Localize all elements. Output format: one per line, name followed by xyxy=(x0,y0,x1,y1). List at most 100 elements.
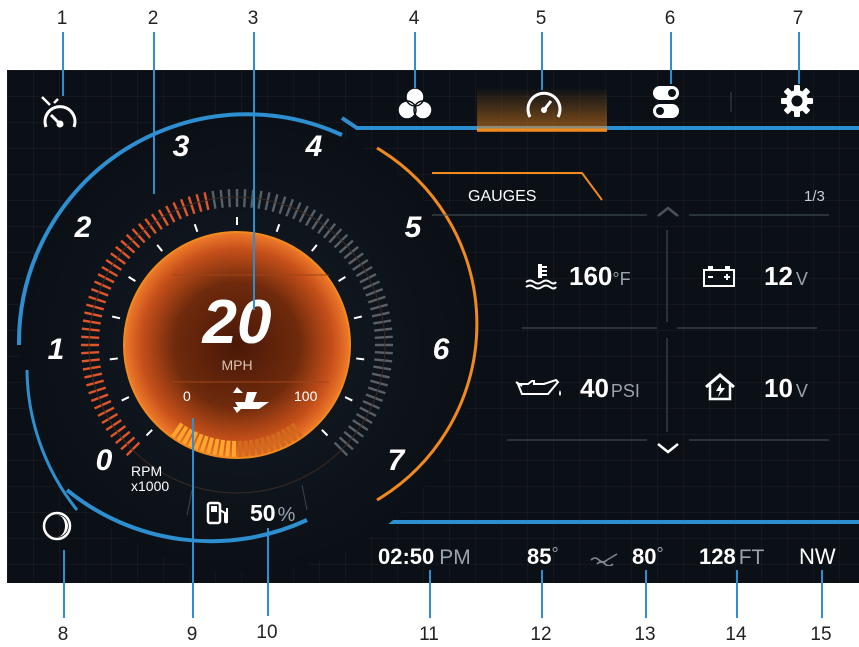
house-battery-readout: 10 V xyxy=(764,373,808,404)
callout-5: 5 xyxy=(535,8,547,29)
callout-line-2 xyxy=(153,32,155,194)
house-battery-icon xyxy=(704,372,736,402)
speed-unit: MPH xyxy=(221,357,253,373)
rpm-unit-label: RPM x1000 xyxy=(131,464,169,494)
rpm-unit-line1: RPM xyxy=(131,463,163,479)
rpm-unit-line2: x1000 xyxy=(131,478,170,494)
compass-heading: NW xyxy=(799,544,836,569)
clock-readout: 02:50 PM xyxy=(378,544,471,570)
fuel-value: 50 xyxy=(250,500,276,526)
speedometer-icon[interactable] xyxy=(521,85,567,125)
callout-line-8 xyxy=(63,550,65,618)
oil-pressure-unit: PSI xyxy=(610,381,640,401)
fuel-readout: 50% xyxy=(250,500,295,527)
air-temperature-unit: ° xyxy=(551,544,559,564)
fuel-pump-icon xyxy=(206,500,230,526)
callout-1: 1 xyxy=(56,8,68,29)
battery-icon xyxy=(702,264,736,288)
water-temperature-unit: ° xyxy=(656,544,664,564)
rpm-scale-tick xyxy=(227,189,231,208)
callout-line-10 xyxy=(267,528,269,616)
callout-6: 6 xyxy=(664,8,676,29)
clock-ampm: PM xyxy=(439,546,471,569)
callout-3: 3 xyxy=(247,8,259,29)
battery-unit: V xyxy=(795,269,808,289)
trim-scale-bar xyxy=(243,440,249,457)
trim-scale-bar xyxy=(218,439,226,457)
callout-line-15 xyxy=(821,570,823,618)
callout-line-9 xyxy=(192,418,194,618)
water-temperature-icon xyxy=(589,550,619,567)
rpm-label-0: 0 xyxy=(95,444,113,477)
callout-line-11 xyxy=(429,570,431,618)
air-temperature-readout: 85° xyxy=(527,544,559,570)
color-mixer-icon[interactable] xyxy=(395,85,435,123)
callout-line-13 xyxy=(645,570,647,618)
callout-7: 7 xyxy=(792,8,804,29)
callout-4: 4 xyxy=(408,8,420,29)
callout-line-14 xyxy=(736,570,738,618)
battery-value: 12 xyxy=(764,261,793,291)
rpm-label-4: 4 xyxy=(305,130,323,163)
callout-12: 12 xyxy=(530,624,552,645)
trim-scale-bar xyxy=(225,440,231,457)
oil-pressure-icon xyxy=(514,376,564,400)
callout-line-7 xyxy=(798,32,800,84)
performance-gauge-icon[interactable] xyxy=(36,95,84,139)
callout-line-6 xyxy=(670,32,672,84)
clock-time: 02:50 xyxy=(378,544,435,569)
speed-value: 20 xyxy=(202,288,272,357)
rpm-label-5: 5 xyxy=(404,211,422,244)
callout-15: 15 xyxy=(810,624,832,645)
engine-temperature-icon xyxy=(523,262,557,290)
rpm-major-tick xyxy=(356,357,365,361)
callout-2: 2 xyxy=(147,8,159,29)
gauges-panel-title: GAUGES xyxy=(468,188,537,205)
callout-line-4 xyxy=(414,32,416,88)
rpm-label-1: 1 xyxy=(47,333,65,366)
scroll-down-chevron-icon[interactable] xyxy=(655,440,681,456)
gear-icon[interactable] xyxy=(779,83,815,119)
callout-10: 10 xyxy=(256,622,278,643)
rpm-label-3: 3 xyxy=(172,130,190,163)
helm-display-screen: 0 1 2 3 4 5 6 7 RPM x1000 20 MPH 0 100 5… xyxy=(7,70,859,583)
rpm-scale-tick xyxy=(374,335,393,339)
trim-min-label: 0 xyxy=(183,388,191,404)
callout-line-1 xyxy=(62,32,64,96)
rpm-major-tick xyxy=(109,357,118,361)
house-battery-unit: V xyxy=(795,381,808,401)
rpm-label-6: 6 xyxy=(432,333,450,366)
rpm-scale-tick xyxy=(81,335,100,339)
depth-value: 128 xyxy=(699,544,736,569)
gauges-page-indicator: 1/3 xyxy=(804,188,825,205)
callout-line-3 xyxy=(253,32,255,310)
rpm-scale-tick xyxy=(81,351,100,355)
callout-14: 14 xyxy=(725,624,747,645)
engine-temperature-readout: 160°F xyxy=(569,261,631,292)
callout-13: 13 xyxy=(634,624,656,645)
engine-temperature-value: 160 xyxy=(569,261,613,291)
trim-max-label: 100 xyxy=(294,388,318,404)
depth-readout: 128 FT xyxy=(699,544,764,570)
air-temperature-value: 85 xyxy=(527,544,552,569)
rpm-label-7: 7 xyxy=(387,444,405,477)
scroll-up-chevron-icon[interactable] xyxy=(655,205,681,219)
rpm-scale-tick xyxy=(374,351,393,355)
oil-pressure-readout: 40 PSI xyxy=(580,373,640,404)
water-temperature-readout: 80° xyxy=(632,544,664,570)
trim-scale-bar xyxy=(248,439,256,457)
engine-temperature-unit: °F xyxy=(612,269,631,289)
callout-8: 8 xyxy=(57,624,69,645)
water-temperature-value: 80 xyxy=(632,544,657,569)
battery-readout: 12 V xyxy=(764,261,808,292)
fuel-unit: % xyxy=(277,504,296,526)
toggle-switches-icon[interactable] xyxy=(651,84,681,120)
rpm-scale-tick xyxy=(243,189,247,208)
rpm-label-2: 2 xyxy=(74,211,92,244)
callout-line-12 xyxy=(541,570,543,618)
house-battery-value: 10 xyxy=(764,373,793,403)
night-mode-moon-icon[interactable] xyxy=(41,510,73,542)
oil-pressure-value: 40 xyxy=(580,373,609,403)
callout-11: 11 xyxy=(419,624,439,645)
gauge-artwork xyxy=(16,88,859,573)
